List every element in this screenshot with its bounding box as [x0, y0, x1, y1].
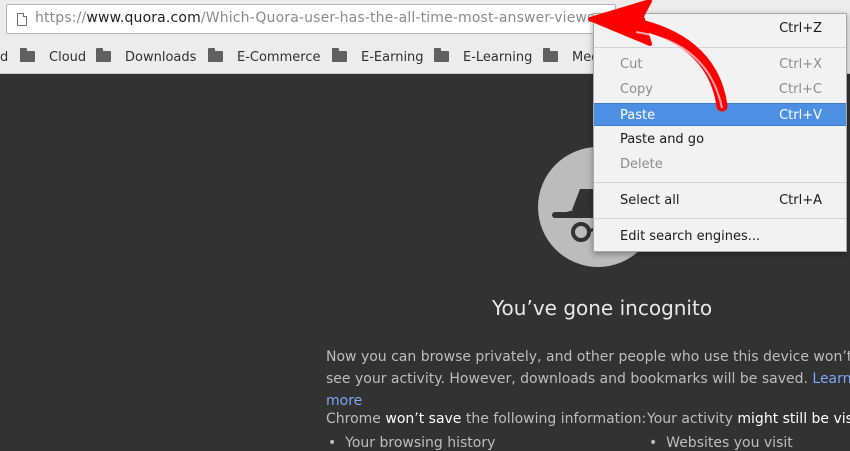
url-path: /Which-Quora-user-has-the-all-time-most-… [200, 10, 595, 26]
menu-item-undo[interactable]: Undo Ctrl+Z [594, 17, 846, 40]
visible-strong: might still be visible [737, 411, 850, 427]
folder-icon [208, 48, 223, 62]
address-bar[interactable]: https://www.quora.com/Which-Quora-user-h… [6, 4, 616, 34]
folder-icon [96, 48, 111, 62]
menu-item-delete[interactable]: Delete [594, 153, 846, 176]
menu-item-paste[interactable]: Paste Ctrl+V [594, 103, 846, 126]
menu-item-cut[interactable]: Cut Ctrl+X [594, 53, 846, 76]
menu-item-edit-search-engines[interactable]: Edit search engines... [594, 225, 846, 248]
context-menu: Undo Ctrl+Z Cut Ctrl+X Copy Ctrl+C Paste Ctr… [593, 13, 847, 252]
menu-shortcut: Ctrl+Z [779, 21, 822, 36]
might-be-visible-heading: Your activity might still be visible [647, 411, 850, 427]
menu-shortcut: Ctrl+C [778, 82, 822, 97]
description-text: Now you can browse privately, and other … [326, 349, 850, 387]
bookmark-folder-downloads[interactable]: Downloads [96, 48, 196, 68]
url-scheme: https:// [35, 10, 87, 26]
page-icon [17, 13, 27, 26]
menu-shortcut: Ctrl+V [779, 108, 822, 123]
wont-save-heading: Chrome won’t save the following informat… [326, 411, 646, 427]
wont-save-suffix: the following information: [461, 411, 647, 427]
wont-save-strong: won’t save [385, 411, 462, 427]
menu-label: Undo [620, 21, 654, 36]
visible-prefix: Your activity [647, 411, 738, 427]
menu-separator [594, 47, 846, 48]
folder-icon [20, 48, 35, 62]
folder-icon [332, 48, 347, 62]
menu-label: Select all [620, 193, 680, 208]
list-item-text: Websites you visit [666, 435, 793, 451]
list-item: • Websites you visit [649, 435, 793, 451]
menu-label: Paste [620, 108, 656, 123]
incognito-headline: You’ve gone incognito [492, 296, 713, 320]
menu-shortcut: Ctrl+A [779, 193, 822, 208]
bookmark-label: Downloads [125, 50, 197, 65]
bookmark-label: E-Learning [463, 50, 533, 65]
list-item-text: Your browsing history [345, 435, 496, 451]
menu-item-select-all[interactable]: Select all Ctrl+A [594, 189, 846, 212]
menu-label: Copy [620, 82, 653, 97]
bookmark-folder-med[interactable]: Med [543, 48, 599, 68]
bookmark-folder-e-learning[interactable]: E-Learning [434, 48, 532, 68]
bookmark-label: E-Earning [361, 50, 424, 65]
bookmark-folder-e-earning[interactable]: E-Earning [332, 48, 424, 68]
menu-label: Paste and go [620, 132, 705, 147]
bookmark-partial[interactable]: d [0, 48, 8, 68]
menu-label: Cut [620, 57, 643, 72]
bookmark-folder-e-commerce[interactable]: E-Commerce [208, 48, 320, 68]
wont-save-prefix: Chrome [326, 411, 386, 427]
incognito-description: Now you can browse privately, and other … [326, 346, 850, 412]
menu-label: Edit search engines... [620, 229, 761, 244]
menu-item-paste-and-go[interactable]: Paste and go [594, 128, 846, 151]
url-text[interactable]: https://www.quora.com/Which-Quora-user-h… [35, 10, 595, 26]
folder-icon [543, 48, 558, 62]
list-item: • Your browsing history [328, 435, 496, 451]
bookmark-label: E-Commerce [237, 50, 321, 65]
menu-shortcut: Ctrl+X [779, 57, 822, 72]
url-host: www.quora.com [86, 10, 201, 26]
menu-item-copy[interactable]: Copy Ctrl+C [594, 78, 846, 101]
folder-icon [434, 48, 449, 62]
bookmark-folder-cloud[interactable]: Cloud [20, 48, 86, 68]
menu-label: Delete [620, 157, 663, 172]
bookmark-label: Cloud [49, 50, 87, 65]
menu-separator [594, 218, 846, 219]
menu-separator [594, 182, 846, 183]
